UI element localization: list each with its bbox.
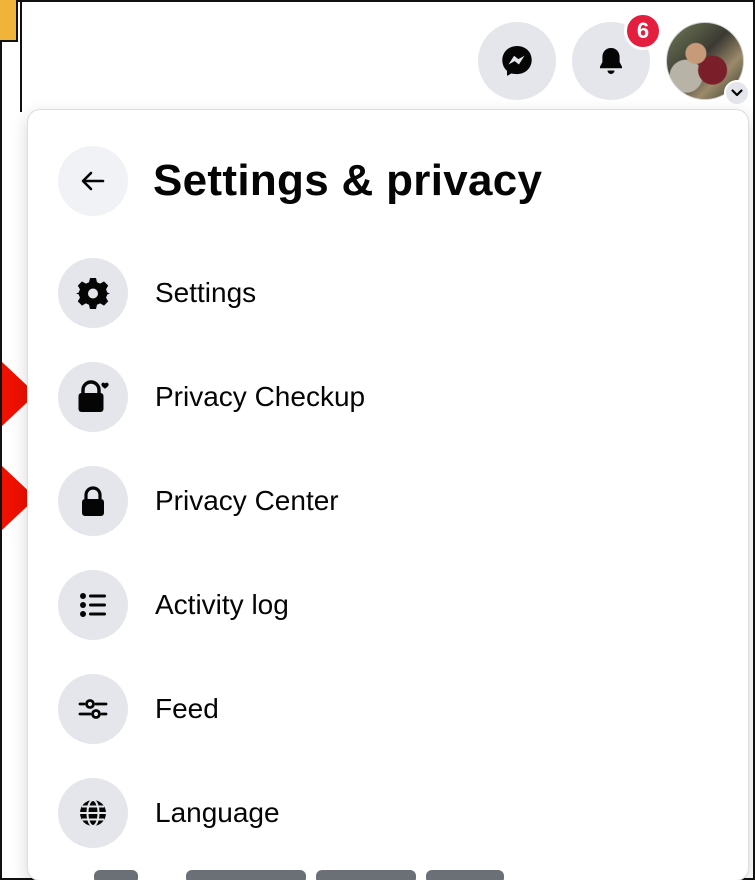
- panel-header: Settings & privacy: [58, 146, 542, 216]
- menu-icon-container: [58, 674, 128, 744]
- top-navigation-bar: 6: [20, 2, 753, 112]
- settings-privacy-dropdown: Settings & privacy Settings Privacy Chec…: [28, 110, 748, 880]
- menu-icon-container: [58, 258, 128, 328]
- list-icon: [80, 593, 106, 617]
- menu-item-activity-log[interactable]: Activity log: [58, 567, 718, 643]
- chevron-down-icon: [731, 89, 743, 97]
- lock-icon: [82, 486, 104, 516]
- panel-title: Settings & privacy: [153, 156, 543, 205]
- menu-item-privacy-checkup[interactable]: Privacy Checkup: [58, 359, 718, 435]
- menu-item-language[interactable]: Language: [58, 775, 718, 851]
- messenger-button[interactable]: [478, 22, 556, 100]
- back-button[interactable]: [58, 146, 128, 216]
- menu-item-label: Activity log: [155, 589, 289, 620]
- account-menu-toggle[interactable]: [724, 80, 750, 106]
- menu-item-label: Settings: [155, 277, 257, 308]
- menu-item-label: Privacy Center: [155, 485, 339, 516]
- messenger-icon: [502, 46, 532, 76]
- globe-icon: [80, 799, 106, 827]
- menu-icon-container: [58, 778, 128, 848]
- menu-item-label: Privacy Checkup: [155, 381, 366, 412]
- browser-edge-strip: [0, 0, 18, 42]
- sliders-icon: [78, 699, 108, 719]
- menu-item-feed[interactable]: Feed: [58, 671, 718, 747]
- menu-item-label: Language: [155, 797, 280, 828]
- menu-item-settings[interactable]: Settings: [58, 255, 718, 331]
- arrow-left-icon: [81, 171, 105, 191]
- lock-heart-icon: [78, 380, 109, 412]
- menu-icon-container: [58, 466, 128, 536]
- cut-off-menu-item: [86, 868, 506, 880]
- menu-icon-container: [58, 362, 128, 432]
- gear-icon: [76, 278, 110, 309]
- menu-item-label: Feed: [155, 693, 219, 724]
- notification-count-badge: 6: [624, 12, 662, 50]
- bell-icon: [600, 48, 622, 74]
- menu-icon-container: [58, 570, 128, 640]
- menu-item-privacy-center[interactable]: Privacy Center: [58, 463, 718, 539]
